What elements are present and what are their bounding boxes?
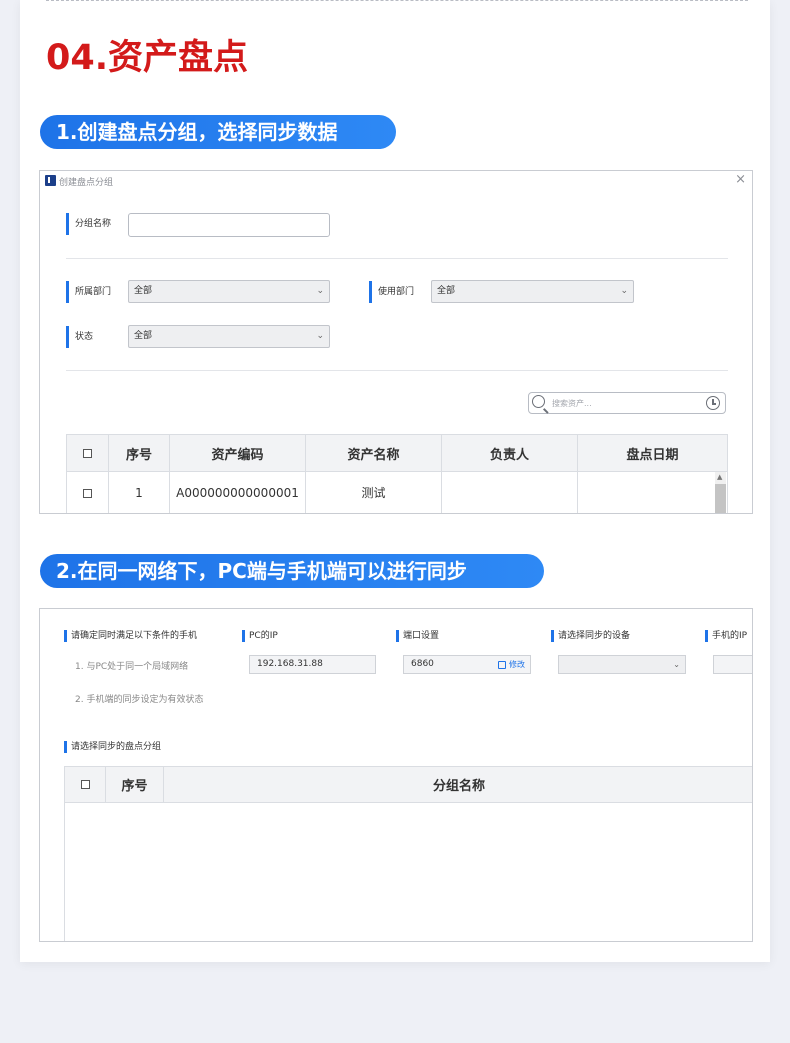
cond-1: 1. 与PC处于同一个局域网络: [75, 662, 189, 672]
scrollbar-thumb[interactable]: [715, 484, 726, 513]
col-header-name: 资产名称: [305, 434, 442, 472]
col-header-owner: 负责人: [441, 434, 578, 472]
dept-select[interactable]: 全部 ⌄: [128, 280, 330, 303]
status-label: 状态: [66, 326, 93, 348]
use-dept-select[interactable]: 全部 ⌄: [431, 280, 634, 303]
group-name-label: 分组名称: [66, 213, 111, 235]
checkbox-icon: [83, 488, 92, 498]
pc-ip-label: PC的IP: [242, 630, 278, 642]
table-header-row: 序号 分组名称: [64, 766, 752, 803]
group-select-label: 请选择同步的盘点分组: [64, 741, 161, 753]
col-header-group-name: 分组名称: [163, 766, 752, 803]
device-select[interactable]: ⌄: [558, 655, 686, 674]
phone-ip-label: 手机的IP: [705, 630, 747, 642]
search-placeholder: 搜索资产...: [552, 399, 592, 408]
select-all-checkbox[interactable]: [66, 434, 109, 472]
cell-code: A000000000000001: [169, 471, 306, 513]
port-field[interactable]: 6860 修改: [403, 655, 531, 674]
top-divider: [46, 0, 748, 1]
group-table-body: [64, 802, 752, 941]
chevron-down-icon: ⌄: [316, 331, 324, 341]
search-icon: [532, 395, 545, 408]
col-header-code: 资产编码: [169, 434, 306, 472]
cell-date: [577, 471, 728, 513]
port-value: 6860: [411, 659, 434, 669]
cond-2: 2. 手机端的同步设定为有效状态: [75, 695, 204, 705]
phone-ip-field: [713, 655, 752, 674]
checkbox-icon: [83, 448, 92, 458]
col-header-no: 序号: [105, 766, 164, 803]
cell-owner: [441, 471, 578, 513]
status-select-value: 全部: [134, 331, 153, 341]
edit-button[interactable]: 修改: [498, 656, 525, 673]
table-row[interactable]: 1 A000000000000001 测试: [66, 471, 728, 513]
use-dept-label: 使用部门: [369, 281, 414, 303]
chevron-down-icon: ⌄: [620, 286, 628, 296]
pc-ip-field: 192.168.31.88: [249, 655, 376, 674]
group-name-input[interactable]: [128, 213, 330, 237]
divider: [66, 370, 728, 371]
clock-icon[interactable]: [706, 396, 720, 410]
port-label: 端口设置: [396, 630, 439, 642]
scroll-up-icon[interactable]: ▲: [717, 473, 722, 481]
cond-label: 请确定同时满足以下条件的手机: [64, 630, 197, 642]
window-title: 创建盘点分组: [59, 178, 114, 188]
chevron-down-icon: ⌄: [316, 286, 324, 296]
col-header-date: 盘点日期: [577, 434, 728, 472]
group-table: 序号 分组名称: [64, 766, 752, 803]
sync-window: 请确定同时满足以下条件的手机 1. 与PC处于同一个局域网络 2. 手机端的同步…: [39, 608, 753, 942]
window-titlebar: 创建盘点分组 ×: [40, 171, 752, 191]
asset-table: 序号 资产编码 资产名称 负责人 盘点日期 1 A000000000000001…: [66, 434, 728, 513]
table-scrollbar[interactable]: ▲: [715, 472, 726, 513]
status-select[interactable]: 全部 ⌄: [128, 325, 330, 348]
chevron-down-icon: ⌄: [673, 660, 680, 669]
step2-pill: 2.在同一网络下，PC端与手机端可以进行同步: [40, 554, 544, 588]
step1-pill: 1.创建盘点分组，选择同步数据: [40, 115, 396, 149]
app-logo-icon: [45, 175, 56, 186]
create-group-window: 创建盘点分组 × 分组名称 所属部门 全部 ⌄ 使用部门 全部 ⌄ 状态 全部 …: [39, 170, 753, 514]
cell-no: 1: [108, 471, 170, 513]
edit-label: 修改: [509, 660, 525, 669]
device-label: 请选择同步的设备: [551, 630, 630, 642]
col-header-no: 序号: [108, 434, 170, 472]
select-all-checkbox[interactable]: [64, 766, 106, 803]
close-icon[interactable]: ×: [735, 172, 746, 188]
dept-label: 所属部门: [66, 281, 111, 303]
row-checkbox[interactable]: [66, 471, 109, 513]
dept-select-value: 全部: [134, 286, 153, 296]
edit-icon: [498, 660, 506, 669]
use-dept-select-value: 全部: [437, 286, 456, 296]
divider: [66, 258, 728, 259]
table-header-row: 序号 资产编码 资产名称 负责人 盘点日期: [66, 434, 728, 472]
cell-name: 测试: [305, 471, 442, 513]
asset-search-input[interactable]: 搜索资产...: [528, 392, 726, 414]
section-title: 04.资产盘点: [46, 38, 249, 78]
checkbox-icon: [80, 780, 90, 789]
